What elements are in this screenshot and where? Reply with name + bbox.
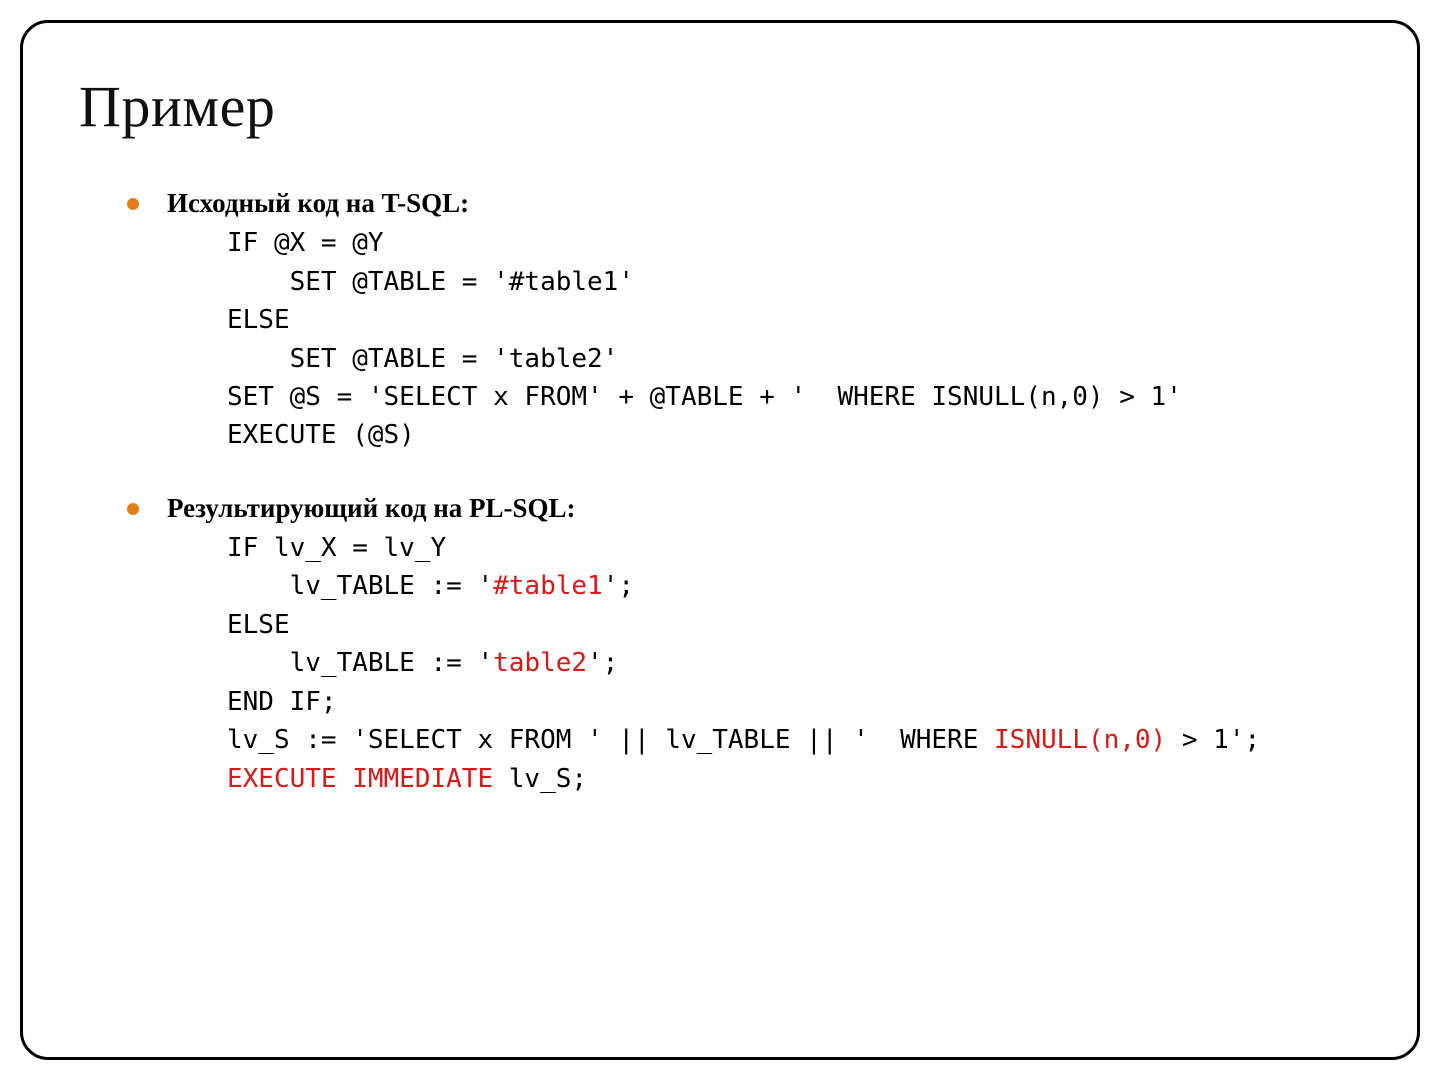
section-heading: Результирующий код на PL-SQL: (167, 491, 576, 526)
code-highlight: table2 (493, 648, 587, 678)
bullet-dot-icon (127, 198, 139, 210)
slide-frame: Пример Исходный код на T-SQL: IF @X = @Y… (20, 20, 1420, 1060)
code-text: > 1'; (1166, 725, 1260, 755)
section-heading: Исходный код на T-SQL: (167, 186, 469, 221)
code-highlight: ISNULL(n,0) (994, 725, 1166, 755)
code-highlight: #table1 (493, 571, 603, 601)
section-plsql: Результирующий код на PL-SQL: IF lv_X = … (127, 491, 1361, 798)
slide-title: Пример (79, 73, 1361, 140)
section-tsql: Исходный код на T-SQL: IF @X = @Y SET @T… (127, 186, 1361, 455)
code-text: IF lv_X = lv_Y lv_TABLE := ' (227, 533, 493, 601)
bullet-dot-icon (127, 503, 139, 515)
code-text: lv_S; (493, 764, 587, 794)
code-highlight: EXECUTE IMMEDIATE (227, 764, 493, 794)
bullet-row: Результирующий код на PL-SQL: (127, 491, 1361, 529)
code-block-tsql: IF @X = @Y SET @TABLE = '#table1' ELSE S… (227, 224, 1361, 455)
bullet-row: Исходный код на T-SQL: (127, 186, 1361, 224)
code-block-plsql: IF lv_X = lv_Y lv_TABLE := '#table1'; EL… (227, 529, 1361, 798)
slide: Пример Исходный код на T-SQL: IF @X = @Y… (0, 0, 1440, 1080)
